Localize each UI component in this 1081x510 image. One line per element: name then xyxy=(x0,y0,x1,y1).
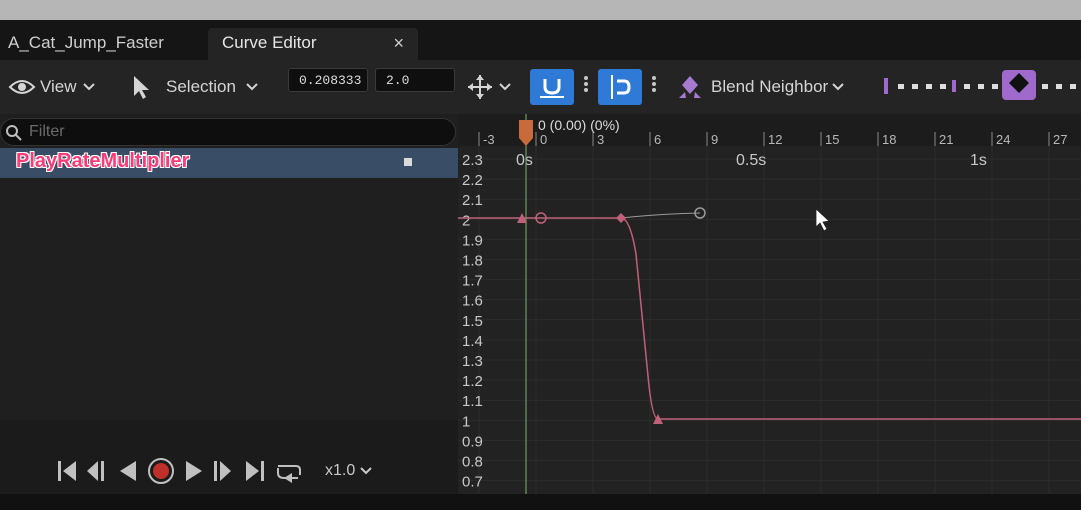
curve-graph[interactable]: -3 0 3 6 9 12 15 18 21 24 27 0s 0.5s 1s 2.3 2.2 2.1 2 1.9 1… xyxy=(458,114,1081,510)
value-snap-button[interactable] xyxy=(598,69,642,105)
window-top-strip xyxy=(0,0,1081,20)
value-axis-label: 1.4 xyxy=(462,333,483,350)
selection-label: Selection xyxy=(166,77,236,96)
time-snap-options-icon[interactable] xyxy=(584,74,588,94)
value-axis-label: 1 xyxy=(462,413,470,430)
value-axis-label: 1.2 xyxy=(462,373,483,390)
filter-search-box[interactable]: Filter xyxy=(0,118,456,146)
eye-icon xyxy=(8,80,36,94)
cursor-arrow-icon xyxy=(134,76,149,99)
go-to-start-icon[interactable] xyxy=(58,461,76,481)
frame-tick-label: 27 xyxy=(1053,132,1067,147)
value-axis-label: 1.8 xyxy=(462,253,483,270)
blend-neighbor-label: Blend Neighbor xyxy=(711,77,829,96)
frame-tick-label: 15 xyxy=(825,132,839,147)
frame-tick-label: -3 xyxy=(483,132,495,147)
tangent-handle-line xyxy=(620,212,701,219)
blend-neighbor-button[interactable]: Blend Neighbor xyxy=(676,60,845,114)
filter-placeholder: Filter xyxy=(29,123,65,140)
value-axis-label: 1.9 xyxy=(462,232,483,249)
curve-row-playratemultiplier[interactable]: PlayRateMultiplier xyxy=(0,148,458,178)
value-axis-label: 0.9 xyxy=(462,433,483,450)
mouse-cursor-icon xyxy=(815,208,830,232)
curve-line[interactable] xyxy=(458,217,1081,420)
value-axis-label: 2.1 xyxy=(462,192,483,209)
blend-neighbor-icon xyxy=(679,76,701,98)
step-forward-icon[interactable] xyxy=(214,461,231,481)
view-label: View xyxy=(40,77,77,96)
playback-speed-label: x1.0 xyxy=(325,462,356,479)
chevron-down-icon xyxy=(246,83,258,91)
time-value-field[interactable]: 0.208333 xyxy=(288,68,368,92)
close-icon[interactable]: × xyxy=(393,28,404,58)
selection-menu-button[interactable]: Selection xyxy=(130,60,259,114)
keyframe-diamond[interactable] xyxy=(616,213,626,223)
tween-slider[interactable] xyxy=(880,68,1081,108)
value-axis-label: 1.3 xyxy=(462,353,483,370)
step-back-icon[interactable] xyxy=(87,461,104,481)
time-label: 0s xyxy=(516,152,533,169)
value-axis-label: 2 xyxy=(462,212,470,229)
playback-buttons xyxy=(58,458,301,484)
tab-a-cat-jump-faster[interactable]: A_Cat_Jump_Faster xyxy=(0,28,200,60)
play-icon[interactable] xyxy=(186,461,202,481)
view-menu-button[interactable]: View xyxy=(8,60,96,114)
frame-tick-label: 18 xyxy=(882,132,896,147)
frame-tick-label: 24 xyxy=(996,132,1010,147)
time-label: 1s xyxy=(970,152,987,169)
tab-bar: A_Cat_Jump_Faster Curve Editor × xyxy=(0,20,1081,60)
value-axis-label: 1.5 xyxy=(462,313,483,330)
tab-curve-editor[interactable]: Curve Editor × xyxy=(208,28,418,60)
value-snap-options-icon[interactable] xyxy=(652,74,656,94)
playhead-label: 0 (0.00) (0%) xyxy=(538,117,620,133)
curve-name-label: PlayRateMultiplier xyxy=(16,150,190,172)
go-to-end-icon[interactable] xyxy=(246,461,264,481)
frame-tick-label: 0 xyxy=(540,132,547,147)
transform-tool-button[interactable] xyxy=(466,60,512,114)
value-snap-icon xyxy=(611,75,631,99)
value-axis-label: 1.1 xyxy=(462,393,483,410)
chevron-down-icon xyxy=(82,83,95,91)
frame-tick-label: 12 xyxy=(768,132,782,147)
playback-speed-dropdown[interactable]: x1.0 xyxy=(325,462,372,480)
value-axis-label: 0.7 xyxy=(462,474,483,491)
chevron-down-icon xyxy=(832,83,844,91)
frame-tick-label: 9 xyxy=(711,132,718,147)
frame-tick-label: 21 xyxy=(939,132,953,147)
key-value-field[interactable]: 2.0 xyxy=(375,68,455,92)
frame-tick-label: 3 xyxy=(597,132,604,147)
bottom-status-bar xyxy=(0,494,1081,510)
search-icon xyxy=(6,125,22,141)
curve-graph-canvas[interactable]: -3 0 3 6 9 12 15 18 21 24 27 0s 0.5s 1s 2.3 2.2 2.1 2 1.9 1… xyxy=(458,114,1081,510)
value-axis-label: 0.8 xyxy=(462,454,483,471)
value-axis-label: 1.7 xyxy=(462,273,483,290)
tab-curve-editor-label: Curve Editor xyxy=(222,33,317,52)
play-reverse-icon[interactable] xyxy=(120,461,136,481)
chevron-down-icon xyxy=(359,467,372,475)
frame-tick-label: 6 xyxy=(654,132,661,147)
toolbar: View Selection 0.208333 2.0 Blend Neighb… xyxy=(0,60,1081,114)
time-snap-button[interactable] xyxy=(530,69,574,105)
magnet-icon xyxy=(540,79,564,98)
record-icon[interactable] xyxy=(148,458,174,484)
chevron-down-icon xyxy=(499,83,511,91)
value-axis-label: 1.6 xyxy=(462,293,483,310)
value-axis-label: 2.3 xyxy=(462,152,483,169)
curve-color-swatch xyxy=(404,158,412,166)
move-arrows-icon xyxy=(468,75,492,99)
loop-icon[interactable] xyxy=(277,465,301,483)
value-axis-label: 2.2 xyxy=(462,172,483,189)
time-label: 0.5s xyxy=(736,152,766,169)
